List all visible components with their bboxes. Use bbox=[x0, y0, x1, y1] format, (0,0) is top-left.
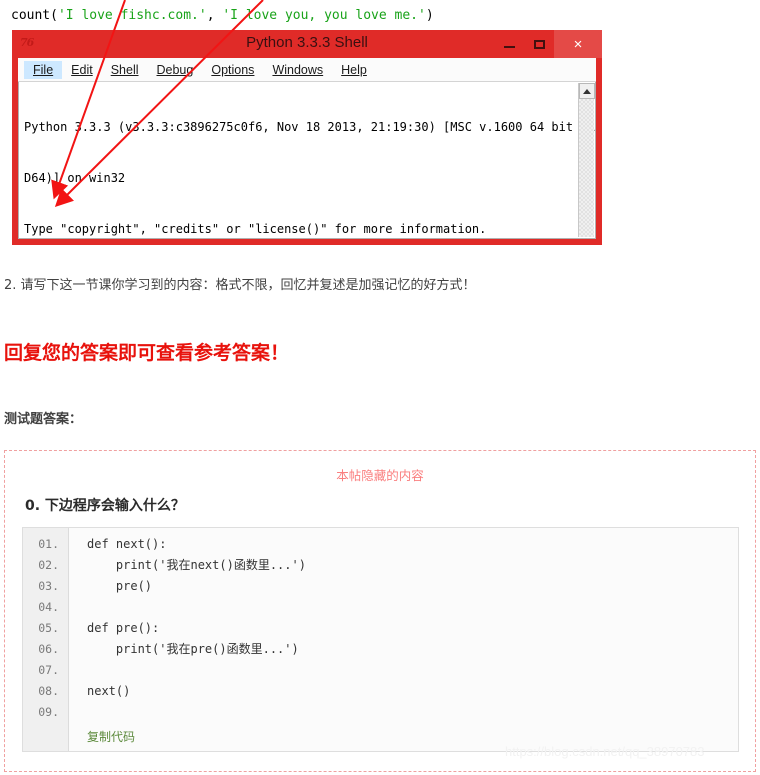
code-row: 02. print('我在next()函数里...') bbox=[23, 555, 738, 576]
maximize-icon bbox=[533, 39, 545, 49]
line-content: print('我在pre()函数里...') bbox=[87, 642, 299, 656]
top-code-line: count('I love fishc.com.', 'I love you, … bbox=[11, 8, 434, 24]
code-block[interactable]: 01. def next(): 02. print('我在next()函数里...… bbox=[22, 527, 739, 752]
code-row: 08. next() bbox=[23, 681, 738, 702]
line-number: 04. bbox=[38, 600, 59, 614]
menu-item-file-label: File bbox=[33, 62, 54, 77]
line-content: def next(): bbox=[87, 537, 167, 551]
menu-item-file[interactable]: File bbox=[24, 60, 63, 79]
code-arg1: 'I love fishc.com.' bbox=[57, 8, 207, 23]
line-number: 09. bbox=[38, 705, 59, 719]
window-controls: × bbox=[494, 30, 602, 58]
menu-item-debug-label: Debug bbox=[156, 62, 194, 77]
code-separator: , bbox=[206, 8, 223, 23]
maximize-button[interactable] bbox=[524, 30, 554, 58]
line-number: 03. bbox=[38, 579, 59, 593]
hidden-content-title: 本帖隐藏的内容 bbox=[336, 468, 424, 483]
watermark-text: https://blog.csdn.net/qq_38970783 bbox=[505, 744, 705, 759]
shell-banner-line-3: Type "copyright", "credits" or "license(… bbox=[24, 222, 487, 236]
line-content bbox=[69, 660, 87, 681]
menu-item-help-label: Help bbox=[341, 62, 367, 77]
minimize-icon bbox=[503, 46, 515, 48]
line-content: print('我在next()函数里...') bbox=[87, 558, 306, 572]
python-shell-window[interactable]: 76 Python 3.3.3 Shell × File Edit Shell … bbox=[12, 30, 602, 245]
shell-text-content: Python 3.3.3 (v3.3.3:c3896275c0f6, Nov 1… bbox=[24, 85, 596, 238]
scrollbar-up-button[interactable] bbox=[579, 83, 595, 99]
question-0-heading: 0. 下边程序会输入什么？ bbox=[25, 498, 185, 514]
menu-item-edit[interactable]: Edit bbox=[62, 61, 102, 79]
code-row: 07. bbox=[23, 660, 738, 681]
line-number: 05. bbox=[38, 621, 59, 635]
line-content bbox=[69, 597, 87, 618]
line-content: next() bbox=[87, 684, 131, 698]
menu-item-windows-label: Windows bbox=[272, 62, 324, 77]
quiz-answers-label: 测试题答案： bbox=[4, 412, 83, 427]
menu-item-edit-label: Edit bbox=[71, 62, 93, 77]
line-number: 07. bbox=[38, 663, 59, 677]
line-content: pre() bbox=[87, 579, 153, 593]
shell-banner-line-1: Python 3.3.3 (v3.3.3:c3896275c0f6, Nov 1… bbox=[24, 120, 596, 134]
reply-to-view-answer-heading: 回复您的答案即可查看参考答案！ bbox=[4, 342, 290, 364]
code-arg2: 'I love you, you love me.' bbox=[222, 8, 426, 23]
code-row: 05. def pre(): bbox=[23, 618, 738, 639]
line-number: 02. bbox=[38, 558, 59, 572]
menu-item-shell-label: Shell bbox=[110, 62, 139, 77]
code-row: 03. pre() bbox=[23, 576, 738, 597]
shell-scrollbar[interactable] bbox=[578, 83, 595, 237]
close-button[interactable]: × bbox=[554, 30, 602, 58]
hidden-content-box: 本帖隐藏的内容 0. 下边程序会输入什么？ 01. def next(): 02.… bbox=[4, 450, 756, 772]
line-number: 06. bbox=[38, 642, 59, 656]
line-content: def pre(): bbox=[87, 621, 160, 635]
code-lines: 01. def next(): 02. print('我在next()函数里...… bbox=[23, 534, 738, 723]
page-root: count('I love fishc.com.', 'I love you, … bbox=[0, 0, 760, 775]
menu-item-options[interactable]: Options bbox=[202, 61, 263, 79]
code-row: 09. bbox=[23, 702, 738, 723]
close-icon: × bbox=[573, 35, 583, 53]
code-row: 06. print('我在pre()函数里...') bbox=[23, 639, 738, 660]
copy-code-link[interactable]: 复制代码 bbox=[87, 728, 135, 745]
menu-item-options-label: Options bbox=[211, 62, 255, 77]
question-2-text: 2. 请写下这一节课你学习到的内容：格式不限，回忆并复述是加强记忆的好方式！ bbox=[4, 278, 476, 293]
code-prefix: count( bbox=[11, 8, 58, 23]
menu-item-help[interactable]: Help bbox=[332, 61, 376, 79]
line-number: 01. bbox=[38, 537, 59, 551]
line-content bbox=[69, 702, 87, 723]
shell-banner-line-2: D64)] on win32 bbox=[24, 171, 126, 185]
menu-bar: File Edit Shell Debug Options Windows He… bbox=[18, 58, 596, 82]
menu-item-debug[interactable]: Debug bbox=[148, 61, 203, 79]
code-row: 04. bbox=[23, 597, 738, 618]
code-row: 01. def next(): bbox=[23, 534, 738, 555]
chevron-up-icon bbox=[583, 88, 591, 94]
minimize-button[interactable] bbox=[494, 30, 524, 58]
shell-output-area[interactable]: Python 3.3.3 (v3.3.3:c3896275c0f6, Nov 1… bbox=[18, 82, 596, 239]
line-number: 08. bbox=[38, 684, 59, 698]
menu-item-shell[interactable]: Shell bbox=[102, 61, 148, 79]
code-suffix: ) bbox=[425, 8, 434, 23]
window-titlebar[interactable]: 76 Python 3.3.3 Shell × bbox=[12, 30, 602, 58]
menu-item-windows[interactable]: Windows bbox=[263, 61, 332, 79]
